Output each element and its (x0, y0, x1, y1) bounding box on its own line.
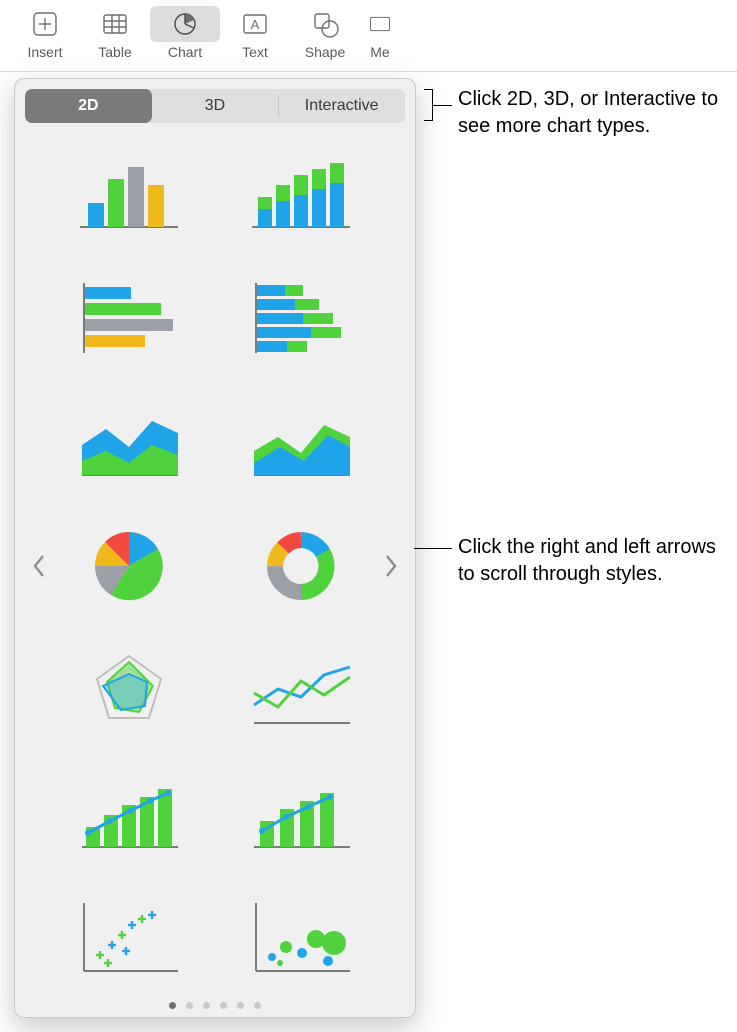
chart-option-bar-vertical-stacked[interactable] (231, 139, 371, 249)
callout-text-arrows: Click the right and left arrows to scrol… (458, 534, 728, 588)
svg-text:A: A (251, 17, 260, 32)
app-toolbar: Insert Table Chart A Text Shape Me (0, 0, 737, 72)
page-indicator (15, 1002, 415, 1009)
toolbar-label: Insert (10, 44, 80, 60)
chart-picker-popover: 2D 3D Interactive (14, 78, 416, 1018)
pie-chart-icon (150, 6, 220, 42)
image-icon (360, 6, 400, 42)
page-dot[interactable] (237, 1002, 244, 1009)
chart-type-segmented-control: 2D 3D Interactive (25, 89, 405, 123)
chart-option-pie[interactable] (59, 511, 199, 621)
chart-option-combo-2[interactable] (231, 759, 371, 869)
prev-style-arrow[interactable] (25, 139, 53, 993)
page-dot[interactable] (254, 1002, 261, 1009)
chart-style-grid (53, 139, 377, 993)
page-dot[interactable] (220, 1002, 227, 1009)
toolbar-label: Me (360, 44, 400, 60)
chart-option-radar[interactable] (59, 635, 199, 745)
callout-text-tabs: Click 2D, 3D, or Interactive to see more… (458, 86, 728, 140)
shapes-icon (290, 6, 360, 42)
chart-option-bubble[interactable] (231, 883, 371, 993)
chart-option-donut[interactable] (231, 511, 371, 621)
chart-option-bar-horizontal[interactable] (59, 263, 199, 373)
toolbar-label: Table (80, 44, 150, 60)
chart-option-bar-vertical[interactable] (59, 139, 199, 249)
tab-interactive[interactable]: Interactive (278, 89, 405, 123)
chart-option-scatter-cross[interactable] (59, 883, 199, 993)
next-style-arrow[interactable] (377, 139, 405, 993)
tab-3d[interactable]: 3D (152, 89, 279, 123)
chart-style-pager (25, 139, 405, 993)
page-dot[interactable] (186, 1002, 193, 1009)
toolbar-chart[interactable]: Chart (150, 6, 220, 60)
plus-square-icon (10, 6, 80, 42)
chart-option-area-stacked[interactable] (59, 387, 199, 497)
toolbar-table[interactable]: Table (80, 6, 150, 60)
chart-option-combo-1[interactable] (59, 759, 199, 869)
toolbar-shape[interactable]: Shape (290, 6, 360, 60)
toolbar-label: Chart (150, 44, 220, 60)
tab-2d[interactable]: 2D (25, 89, 152, 123)
page-dot[interactable] (169, 1002, 176, 1009)
toolbar-media[interactable]: Me (360, 6, 400, 60)
table-icon (80, 6, 150, 42)
chart-option-area-overlap[interactable] (231, 387, 371, 497)
toolbar-label: Shape (290, 44, 360, 60)
chart-option-line-multi[interactable] (231, 635, 371, 745)
toolbar-text[interactable]: A Text (220, 6, 290, 60)
toolbar-label: Text (220, 44, 290, 60)
page-dot[interactable] (203, 1002, 210, 1009)
text-box-icon: A (220, 6, 290, 42)
callout-leader-arrows (414, 548, 452, 549)
chart-option-bar-horizontal-stacked[interactable] (231, 263, 371, 373)
toolbar-insert[interactable]: Insert (10, 6, 80, 60)
